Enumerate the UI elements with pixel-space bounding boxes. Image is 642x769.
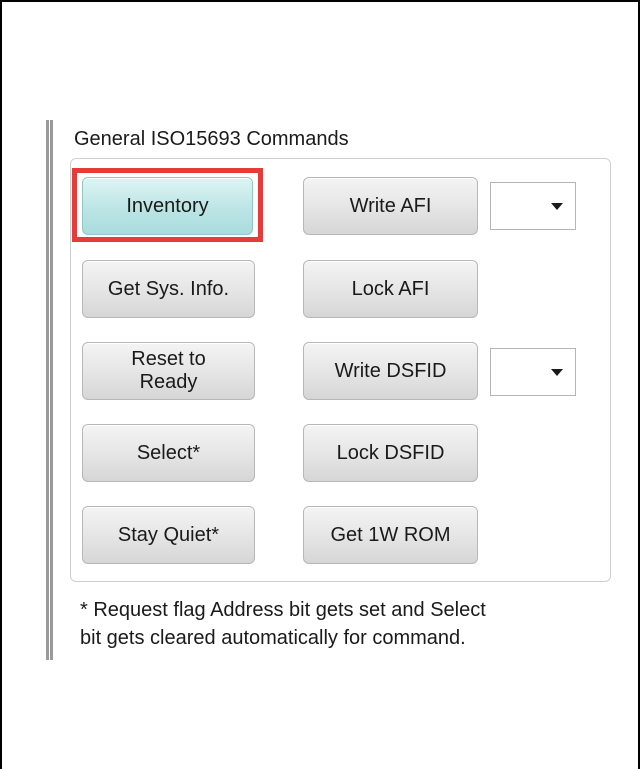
get-sys-info-button[interactable]: Get Sys. Info. [82,260,255,318]
reset-to-ready-label-line2: Ready [139,371,198,393]
inventory-button[interactable]: Inventory [82,177,253,235]
footnote-line-2: bit gets cleared automatically for comma… [80,627,466,649]
write-afi-button[interactable]: Write AFI [303,177,478,235]
reset-to-ready-label-line1: Reset to [131,348,206,370]
afi-dropdown[interactable] [490,182,576,230]
get-1w-rom-button[interactable]: Get 1W ROM [303,506,478,564]
chevron-down-icon [551,203,563,210]
footnote-line-1: * Request flag Address bit gets set and … [80,599,486,621]
write-dsfid-button[interactable]: Write DSFID [303,342,478,400]
select-button[interactable]: Select* [82,424,255,482]
chevron-down-icon [551,369,563,376]
group-accent-bar [46,120,53,660]
lock-dsfid-button[interactable]: Lock DSFID [303,424,478,482]
dsfid-dropdown[interactable] [490,348,576,396]
lock-afi-button[interactable]: Lock AFI [303,260,478,318]
stay-quiet-button[interactable]: Stay Quiet* [82,506,255,564]
reset-to-ready-button[interactable]: Reset to Ready [82,342,255,400]
group-title: General ISO15693 Commands [74,128,349,150]
footnote: * Request flag Address bit gets set and … [80,596,610,652]
